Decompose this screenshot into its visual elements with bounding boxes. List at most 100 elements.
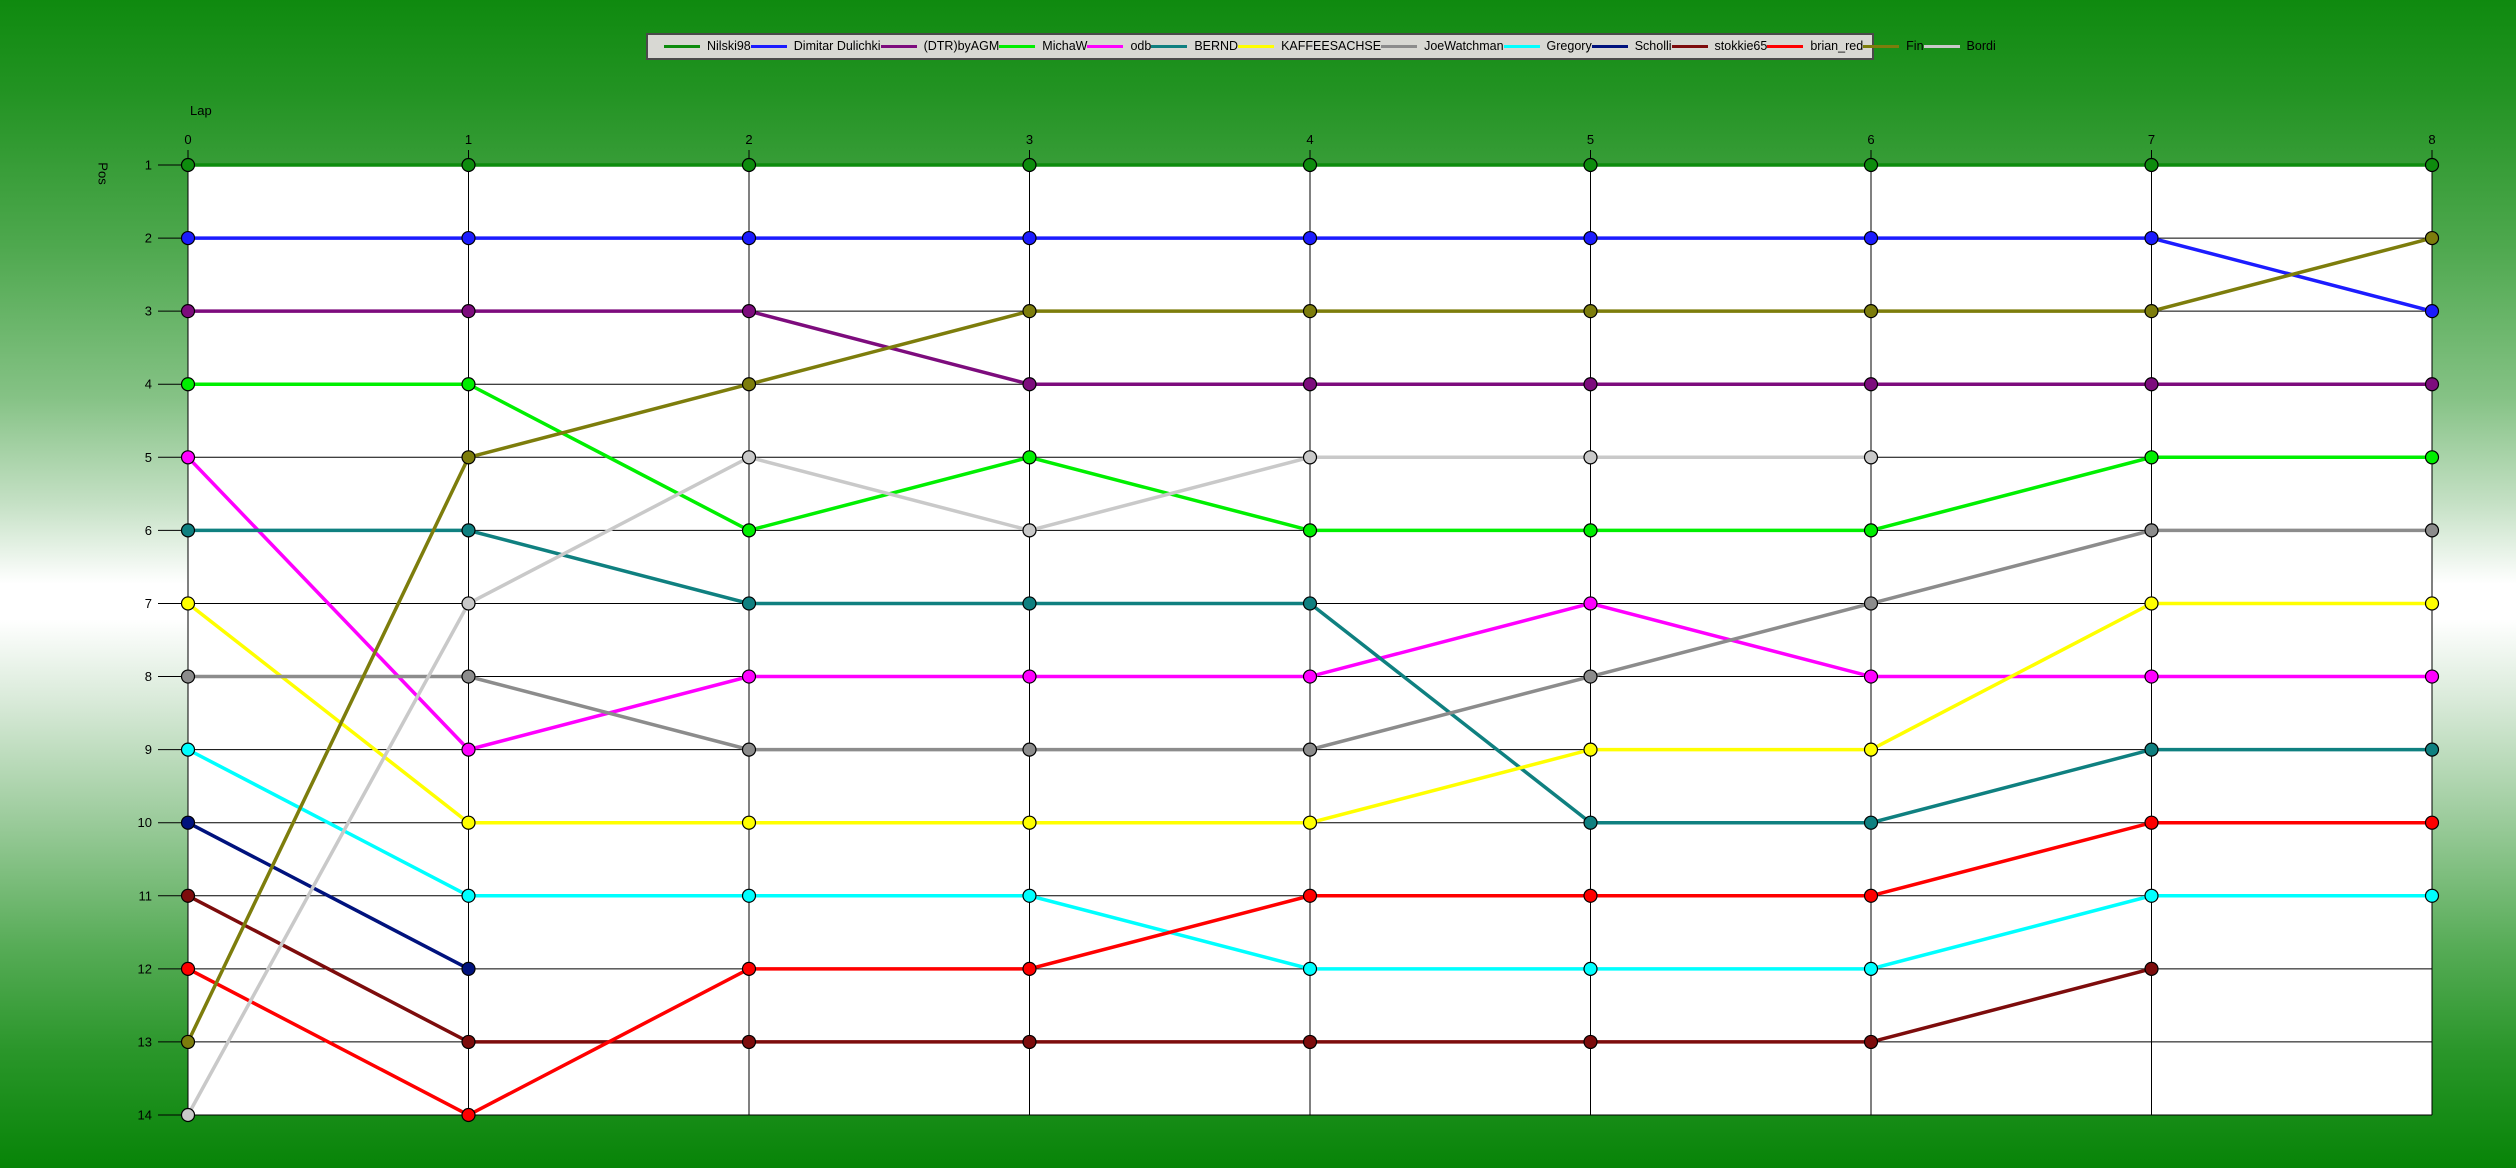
legend-item-dtr-byagm[interactable]: (DTR)byAGM	[880, 39, 1000, 54]
legend-item-nilski98[interactable]: Nilski98	[664, 40, 751, 53]
y-axis-title: Pos	[95, 162, 111, 185]
data-point-dtr-byagm-lap7	[2144, 377, 2159, 392]
data-point-joewatchman-lap1	[461, 669, 476, 684]
legend-swatch-joewatchman	[1381, 45, 1418, 48]
data-point-nilski98-lap0	[180, 157, 196, 173]
chart-legend: Nilski98 Dimitar Dulichki (DTR)byAGM MichaW…	[646, 33, 1996, 60]
legend-label: JoeWatchman	[1424, 39, 1504, 54]
data-point-dimitar-dulichki-lap8	[2424, 304, 2440, 319]
data-point-stokkie65-lap2	[741, 1034, 757, 1050]
legend-item-fin[interactable]: Fin	[1863, 40, 1924, 53]
x-tick-label: 0	[184, 132, 191, 147]
data-point-stokkie65-lap1	[461, 1034, 476, 1050]
data-point-michaw-lap4	[1302, 523, 1318, 538]
data-point-gregory-lap1	[461, 888, 476, 903]
y-tick-label: 8	[145, 669, 152, 684]
y-tick-label: 2	[145, 231, 152, 246]
y-tick-label: 9	[145, 742, 152, 757]
data-point-michaw-lap7	[2144, 450, 2159, 465]
data-point-dimitar-dulichki-lap7	[2144, 230, 2159, 246]
data-point-dimitar-dulichki-lap2	[741, 230, 757, 246]
data-point-bordi-lap6	[1863, 450, 1879, 465]
data-point-dimitar-dulichki-lap6	[1863, 230, 1879, 246]
data-point-nilski98-lap2	[741, 157, 757, 173]
data-point-michaw-lap0	[180, 377, 196, 392]
data-point-gregory-lap7	[2144, 888, 2159, 903]
legend-item-odb[interactable]: odb	[1087, 40, 1151, 53]
data-point-michaw-lap5	[1583, 523, 1598, 538]
data-point-brian-red-lap4	[1302, 888, 1318, 903]
data-point-bordi-lap0	[180, 1107, 196, 1123]
data-point-gregory-lap4	[1302, 961, 1318, 976]
data-point-bernd-lap6	[1863, 815, 1879, 830]
legend-label: BERND	[1194, 39, 1239, 54]
data-point-brian-red-lap6	[1863, 888, 1879, 903]
data-point-joewatchman-lap2	[741, 742, 757, 757]
x-tick-label: 8	[2428, 132, 2435, 147]
legend-label: Nilski98	[707, 39, 751, 54]
data-point-dimitar-dulichki-lap0	[180, 230, 196, 246]
data-point-bordi-lap3	[1022, 523, 1037, 538]
data-point-gregory-lap3	[1022, 888, 1037, 903]
data-point-scholli-lap0	[180, 815, 196, 830]
data-point-gregory-lap2	[741, 888, 757, 903]
legend-label: (DTR)byAGM	[923, 39, 1000, 54]
data-point-joewatchman-lap4	[1302, 742, 1318, 757]
data-point-joewatchman-lap7	[2144, 523, 2159, 538]
data-point-odb-lap8	[2424, 669, 2440, 684]
legend-label: odb	[1130, 39, 1152, 54]
legend-item-scholli[interactable]: Scholli	[1591, 40, 1672, 53]
legend-swatch-fin	[1863, 45, 1900, 48]
data-point-odb-lap1	[461, 742, 476, 757]
data-point-bernd-lap0	[180, 523, 196, 538]
x-tick-label: 6	[1867, 132, 1874, 147]
data-point-dtr-byagm-lap4	[1302, 377, 1318, 392]
data-point-gregory-lap6	[1863, 961, 1879, 976]
legend-item-bernd[interactable]: BERND	[1151, 40, 1238, 53]
data-point-michaw-lap3	[1022, 450, 1037, 465]
data-point-gregory-lap5	[1583, 961, 1598, 976]
legend-item-gregory[interactable]: Gregory	[1503, 40, 1592, 53]
data-point-michaw-lap2	[741, 523, 757, 538]
data-point-brian-red-lap0	[180, 961, 196, 976]
x-tick-label: 4	[1306, 132, 1313, 147]
data-point-joewatchman-lap6	[1863, 596, 1879, 611]
data-point-stokkie65-lap6	[1863, 1034, 1879, 1050]
data-point-bordi-lap2	[741, 450, 757, 465]
data-point-michaw-lap6	[1863, 523, 1879, 538]
data-point-fin-lap2	[741, 377, 757, 392]
legend-item-michaw[interactable]: MichaW	[999, 40, 1087, 53]
data-point-brian-red-lap3	[1022, 961, 1037, 976]
data-point-kaffeesachse-lap8	[2424, 596, 2440, 611]
legend-item-dimitar-dulichki[interactable]: Dimitar Dulichki	[750, 40, 881, 53]
y-tick-label: 7	[145, 596, 152, 611]
y-tick-label: 12	[138, 961, 152, 976]
y-tick-label: 14	[138, 1108, 152, 1123]
x-tick-label: 7	[2148, 132, 2155, 147]
data-point-odb-lap5	[1583, 596, 1598, 611]
data-point-fin-lap3	[1022, 304, 1037, 319]
y-tick-label: 11	[139, 888, 153, 903]
legend-item-brian-red[interactable]: brian_red	[1767, 40, 1863, 53]
data-point-odb-lap7	[2144, 669, 2159, 684]
data-point-stokkie65-lap5	[1583, 1034, 1598, 1050]
legend-item-kaffeesachse[interactable]: KAFFEESACHSE	[1238, 40, 1381, 53]
data-point-kaffeesachse-lap4	[1302, 815, 1318, 830]
data-point-bernd-lap7	[2144, 742, 2159, 757]
legend-swatch-stokkie65	[1671, 45, 1708, 48]
legend-swatch-michaw	[999, 45, 1036, 48]
data-point-nilski98-lap8	[2424, 157, 2440, 173]
data-point-joewatchman-lap3	[1022, 742, 1037, 757]
data-point-michaw-lap8	[2424, 450, 2440, 465]
data-point-bernd-lap3	[1022, 596, 1037, 611]
data-point-stokkie65-lap7	[2144, 961, 2159, 976]
legend-swatch-kaffeesachse	[1238, 45, 1275, 48]
y-tick-label: 3	[145, 304, 152, 319]
data-point-nilski98-lap4	[1302, 157, 1318, 173]
data-point-fin-lap5	[1583, 304, 1598, 319]
legend-label: stokkie65	[1714, 39, 1768, 54]
legend-item-bordi[interactable]: Bordi	[1923, 40, 1996, 53]
data-point-odb-lap6	[1863, 669, 1879, 684]
legend-item-joewatchman[interactable]: JoeWatchman	[1381, 39, 1504, 54]
legend-item-stokkie65[interactable]: stokkie65	[1671, 39, 1768, 54]
